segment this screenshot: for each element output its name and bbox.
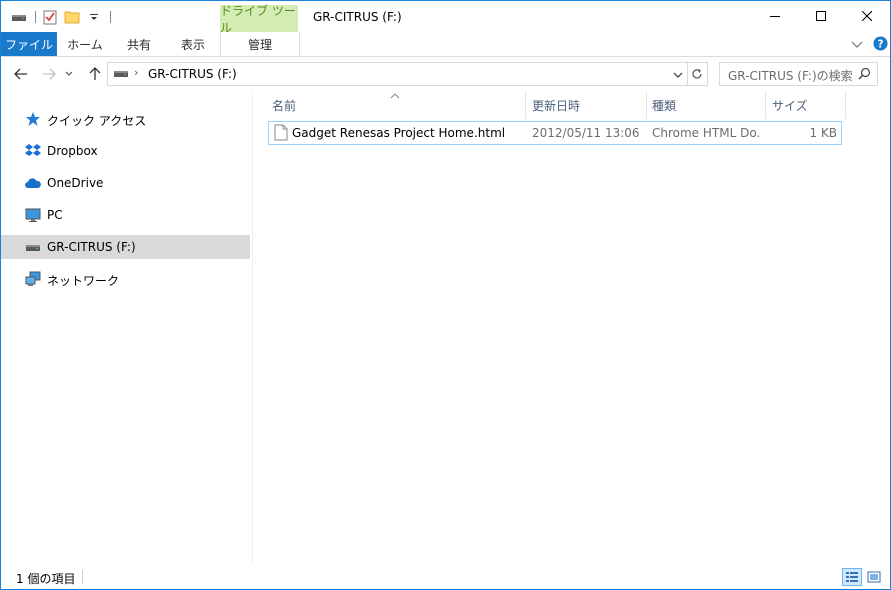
expand-ribbon-chevron-icon[interactable] (851, 38, 863, 52)
address-bar[interactable]: › GR-CITRUS (F:) (107, 62, 688, 86)
file-modified: 2012/05/11 13:06 (532, 126, 640, 140)
column-divider[interactable] (525, 91, 526, 119)
table-row[interactable]: Gadget Renesas Project Home.html 2012/05… (268, 121, 842, 145)
tab-manage[interactable]: 管理 (220, 32, 300, 56)
nav-item-network[interactable]: ネットワーク (1, 267, 250, 291)
nav-item-dropbox[interactable]: Dropbox (1, 139, 250, 163)
search-box[interactable]: GR-CITRUS (F:)の検索 (719, 62, 878, 86)
star-icon (25, 111, 41, 127)
tab-share[interactable]: 共有 (113, 32, 165, 56)
column-divider[interactable] (765, 91, 766, 119)
back-button[interactable] (11, 65, 31, 83)
breadcrumb-location[interactable]: GR-CITRUS (F:) (148, 67, 237, 81)
nav-item-gr-citrus[interactable]: GR-CITRUS (F:) (1, 235, 250, 259)
address-history-chevron-icon[interactable] (673, 68, 683, 82)
nav-item-label: クイック アクセス (47, 114, 147, 128)
drive-icon (113, 67, 129, 81)
window-title: GR-CITRUS (F:) (313, 10, 402, 24)
title-bar: ドライブ ツール GR-CITRUS (F:) (1, 1, 890, 35)
network-icon (25, 271, 41, 287)
status-bar: 1 個の項目 (1, 564, 890, 589)
large-icons-view-button[interactable] (864, 568, 884, 586)
dropbox-icon (25, 143, 41, 159)
status-divider (82, 570, 83, 584)
refresh-button[interactable] (687, 62, 708, 86)
navigation-pane: クイック アクセス Dropbox OneDrive PC GR-CITRUS … (1, 91, 251, 564)
qat-separator (35, 11, 36, 23)
column-header-modified[interactable]: 更新日時 (532, 91, 580, 119)
drive-icon[interactable] (9, 7, 29, 27)
nav-item-label: GR-CITRUS (F:) (47, 240, 136, 254)
customize-qat-chevron-icon[interactable] (84, 7, 104, 27)
new-folder-icon[interactable] (62, 7, 82, 27)
nav-item-label: OneDrive (47, 176, 104, 190)
minimize-button[interactable] (752, 1, 798, 31)
column-header-name[interactable]: 名前 (272, 91, 296, 119)
nav-item-pc[interactable]: PC (1, 203, 250, 227)
ribbon-right-controls: ? (851, 36, 888, 54)
breadcrumb-chevron-icon[interactable]: › (134, 66, 138, 79)
caption-buttons (752, 1, 890, 31)
search-icon[interactable] (858, 67, 871, 83)
recent-locations-chevron-icon[interactable] (63, 65, 75, 83)
explorer-window: ドライブ ツール GR-CITRUS (F:) ファイル ホーム 共有 表示 管… (0, 0, 891, 590)
contextual-tab-group: ドライブ ツール (220, 4, 298, 35)
details-view-button[interactable] (842, 568, 862, 586)
item-count: 1 個の項目 (16, 572, 76, 586)
nav-item-label: ネットワーク (47, 274, 120, 288)
html-file-icon (274, 124, 288, 144)
tab-home[interactable]: ホーム (57, 32, 113, 56)
file-list: 名前 更新日時 種類 サイズ Gadget Renesas Project Ho… (253, 91, 890, 564)
column-divider[interactable] (845, 91, 846, 119)
qat-separator (110, 11, 111, 23)
search-placeholder[interactable]: GR-CITRUS (F:)の検索 (728, 67, 853, 84)
forward-button[interactable] (39, 65, 59, 83)
nav-item-quick-access[interactable]: クイック アクセス (1, 107, 250, 131)
close-button[interactable] (844, 1, 890, 31)
column-header-size[interactable]: サイズ (772, 91, 808, 119)
sort-ascending-icon (390, 89, 400, 103)
column-divider[interactable] (646, 91, 647, 119)
address-row: › GR-CITRUS (F:) GR-CITRUS (F:)の検索 (1, 57, 890, 91)
svg-text:?: ? (878, 38, 884, 50)
tab-file[interactable]: ファイル (1, 32, 57, 56)
nav-item-label: PC (47, 208, 63, 222)
up-button[interactable] (85, 65, 105, 83)
tab-view[interactable]: 表示 (165, 32, 221, 56)
file-name[interactable]: Gadget Renesas Project Home.html (292, 126, 505, 140)
monitor-icon (25, 207, 41, 223)
file-type: Chrome HTML Do... (652, 126, 760, 140)
quick-access-toolbar (9, 7, 115, 27)
nav-item-label: Dropbox (47, 144, 98, 158)
ribbon-tabs: ファイル ホーム 共有 表示 管理 ? (1, 32, 890, 57)
cloud-icon (25, 175, 41, 191)
nav-item-onedrive[interactable]: OneDrive (1, 171, 250, 195)
column-header-type[interactable]: 種類 (652, 91, 676, 119)
drive-icon (25, 239, 41, 255)
properties-checkbox-icon[interactable] (40, 7, 60, 27)
maximize-button[interactable] (798, 1, 844, 31)
help-icon[interactable]: ? (873, 36, 888, 54)
file-size: 1 KB (809, 126, 837, 140)
